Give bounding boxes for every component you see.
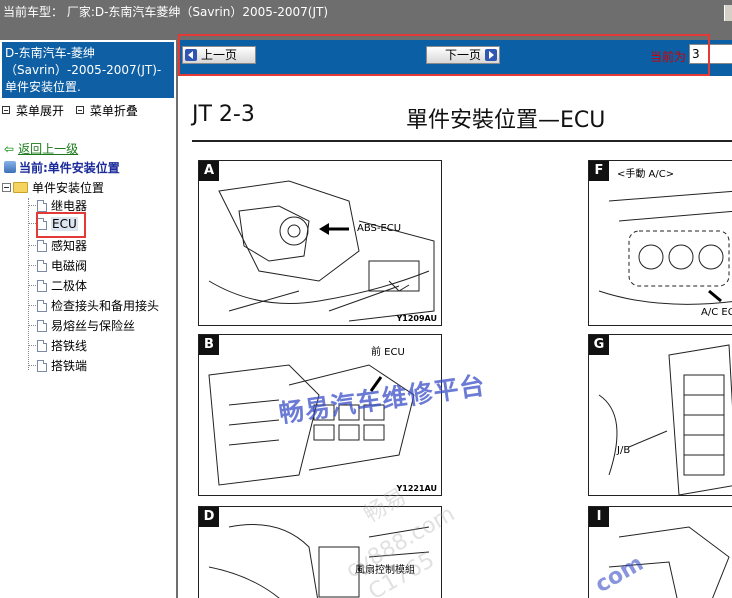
diagram-panel-f: F <手動 A/C> A/C ECU <box>588 160 732 326</box>
page-navbar: 上一页 下一页 当前为 <box>178 40 732 76</box>
tree-item-fuse[interactable]: 易熔丝与保险丝 <box>28 317 135 335</box>
tree-item-sensor[interactable]: 感知器 <box>28 237 87 255</box>
panel-annotation: 前 ECU <box>371 347 405 358</box>
back-arrow-icon: ⇦ <box>4 142 15 156</box>
diagram-panel-g: G J/B <box>588 334 732 496</box>
document-icon <box>37 260 47 272</box>
sidebar: D-东南汽车-菱绅（Savrin）-2005-2007(JT)- 单件安装位置.… <box>0 40 176 598</box>
tree-item-diode[interactable]: 二极体 <box>28 277 87 295</box>
menu-collapse-button[interactable]: 菜单折叠 <box>75 102 138 119</box>
engine-bay-diagram <box>208 180 435 322</box>
tree-item-check-connector[interactable]: 检查接头和备用接头 <box>28 297 159 315</box>
computer-icon <box>4 161 16 173</box>
panel-letter: I <box>589 507 609 527</box>
dashboard-diagram <box>598 190 732 305</box>
window-titlebar: 当前车型： 厂家:D-东南汽车菱绅（Savrin）2005-2007(JT) <box>0 0 732 40</box>
title-rule <box>192 140 732 142</box>
junction-block-diagram <box>598 344 732 495</box>
arrow-right-icon <box>485 49 498 61</box>
document-icon <box>37 340 47 352</box>
panel-letter: F <box>589 161 609 181</box>
panel-annotation: <手動 A/C> <box>617 169 675 180</box>
diagram-panel-a: A ABS-ECU Y1209AU <box>198 160 442 326</box>
tree-item-ground-wire[interactable]: 搭铁线 <box>28 337 87 355</box>
tree-folder[interactable]: 单件安装位置 <box>2 179 104 196</box>
menu-expand-button[interactable]: 菜单展开 <box>2 102 64 119</box>
prev-page-button[interactable]: 上一页 <box>182 46 257 64</box>
panel-letter: G <box>589 335 609 355</box>
collapse-icon <box>75 106 84 114</box>
document-icon <box>37 200 47 212</box>
tree-item-solenoid[interactable]: 电磁阀 <box>28 257 87 275</box>
panel-letter: A <box>199 161 219 181</box>
document-icon <box>37 300 47 312</box>
page-number-input[interactable] <box>689 44 732 64</box>
document-icon <box>37 360 47 372</box>
menu-toggle-row: 菜单展开 菜单折叠 <box>2 102 176 118</box>
page-label: 当前为 <box>650 50 687 64</box>
main-content: 上一页 下一页 当前为 JT 2-3 單件安裝位置—ECU <box>176 34 732 598</box>
document-viewer[interactable]: JT 2-3 單件安裝位置—ECU A ABS-ECU Y1209AU F <手… <box>180 76 732 598</box>
page-code: JT 2-3 <box>192 102 255 127</box>
panel-annotation: ABS-ECU <box>357 223 402 234</box>
document-icon <box>37 320 47 332</box>
document-icon <box>37 240 47 252</box>
panel-letter: B <box>199 335 219 355</box>
tree-item-ground-terminal[interactable]: 搭铁端 <box>28 357 87 375</box>
window-control-button[interactable] <box>724 5 732 21</box>
document-icon <box>37 280 47 292</box>
panel-code: Y1209AU <box>396 314 438 323</box>
highlight-box <box>36 212 86 238</box>
panel-annotation: J/B <box>617 445 631 456</box>
tree-collapse-icon[interactable] <box>2 183 11 192</box>
window-title: 当前车型： 厂家:D-东南汽车菱绅（Savrin）2005-2007(JT) <box>3 5 329 19</box>
panel-annotation: A/C ECU <box>701 307 732 318</box>
back-link[interactable]: ⇦ 返回上一级 <box>4 140 78 157</box>
arrow-left-icon <box>185 49 197 61</box>
current-location: 当前:单件安装位置 <box>4 159 120 176</box>
car-model-header: D-东南汽车-菱绅（Savrin）-2005-2007(JT)- 单件安装位置. <box>2 42 174 98</box>
next-page-button[interactable]: 下一页 <box>426 46 501 64</box>
expand-icon <box>2 106 10 114</box>
folder-open-icon <box>13 182 28 193</box>
document-title: 單件安裝位置—ECU <box>406 108 606 133</box>
panel-letter: D <box>199 507 219 527</box>
